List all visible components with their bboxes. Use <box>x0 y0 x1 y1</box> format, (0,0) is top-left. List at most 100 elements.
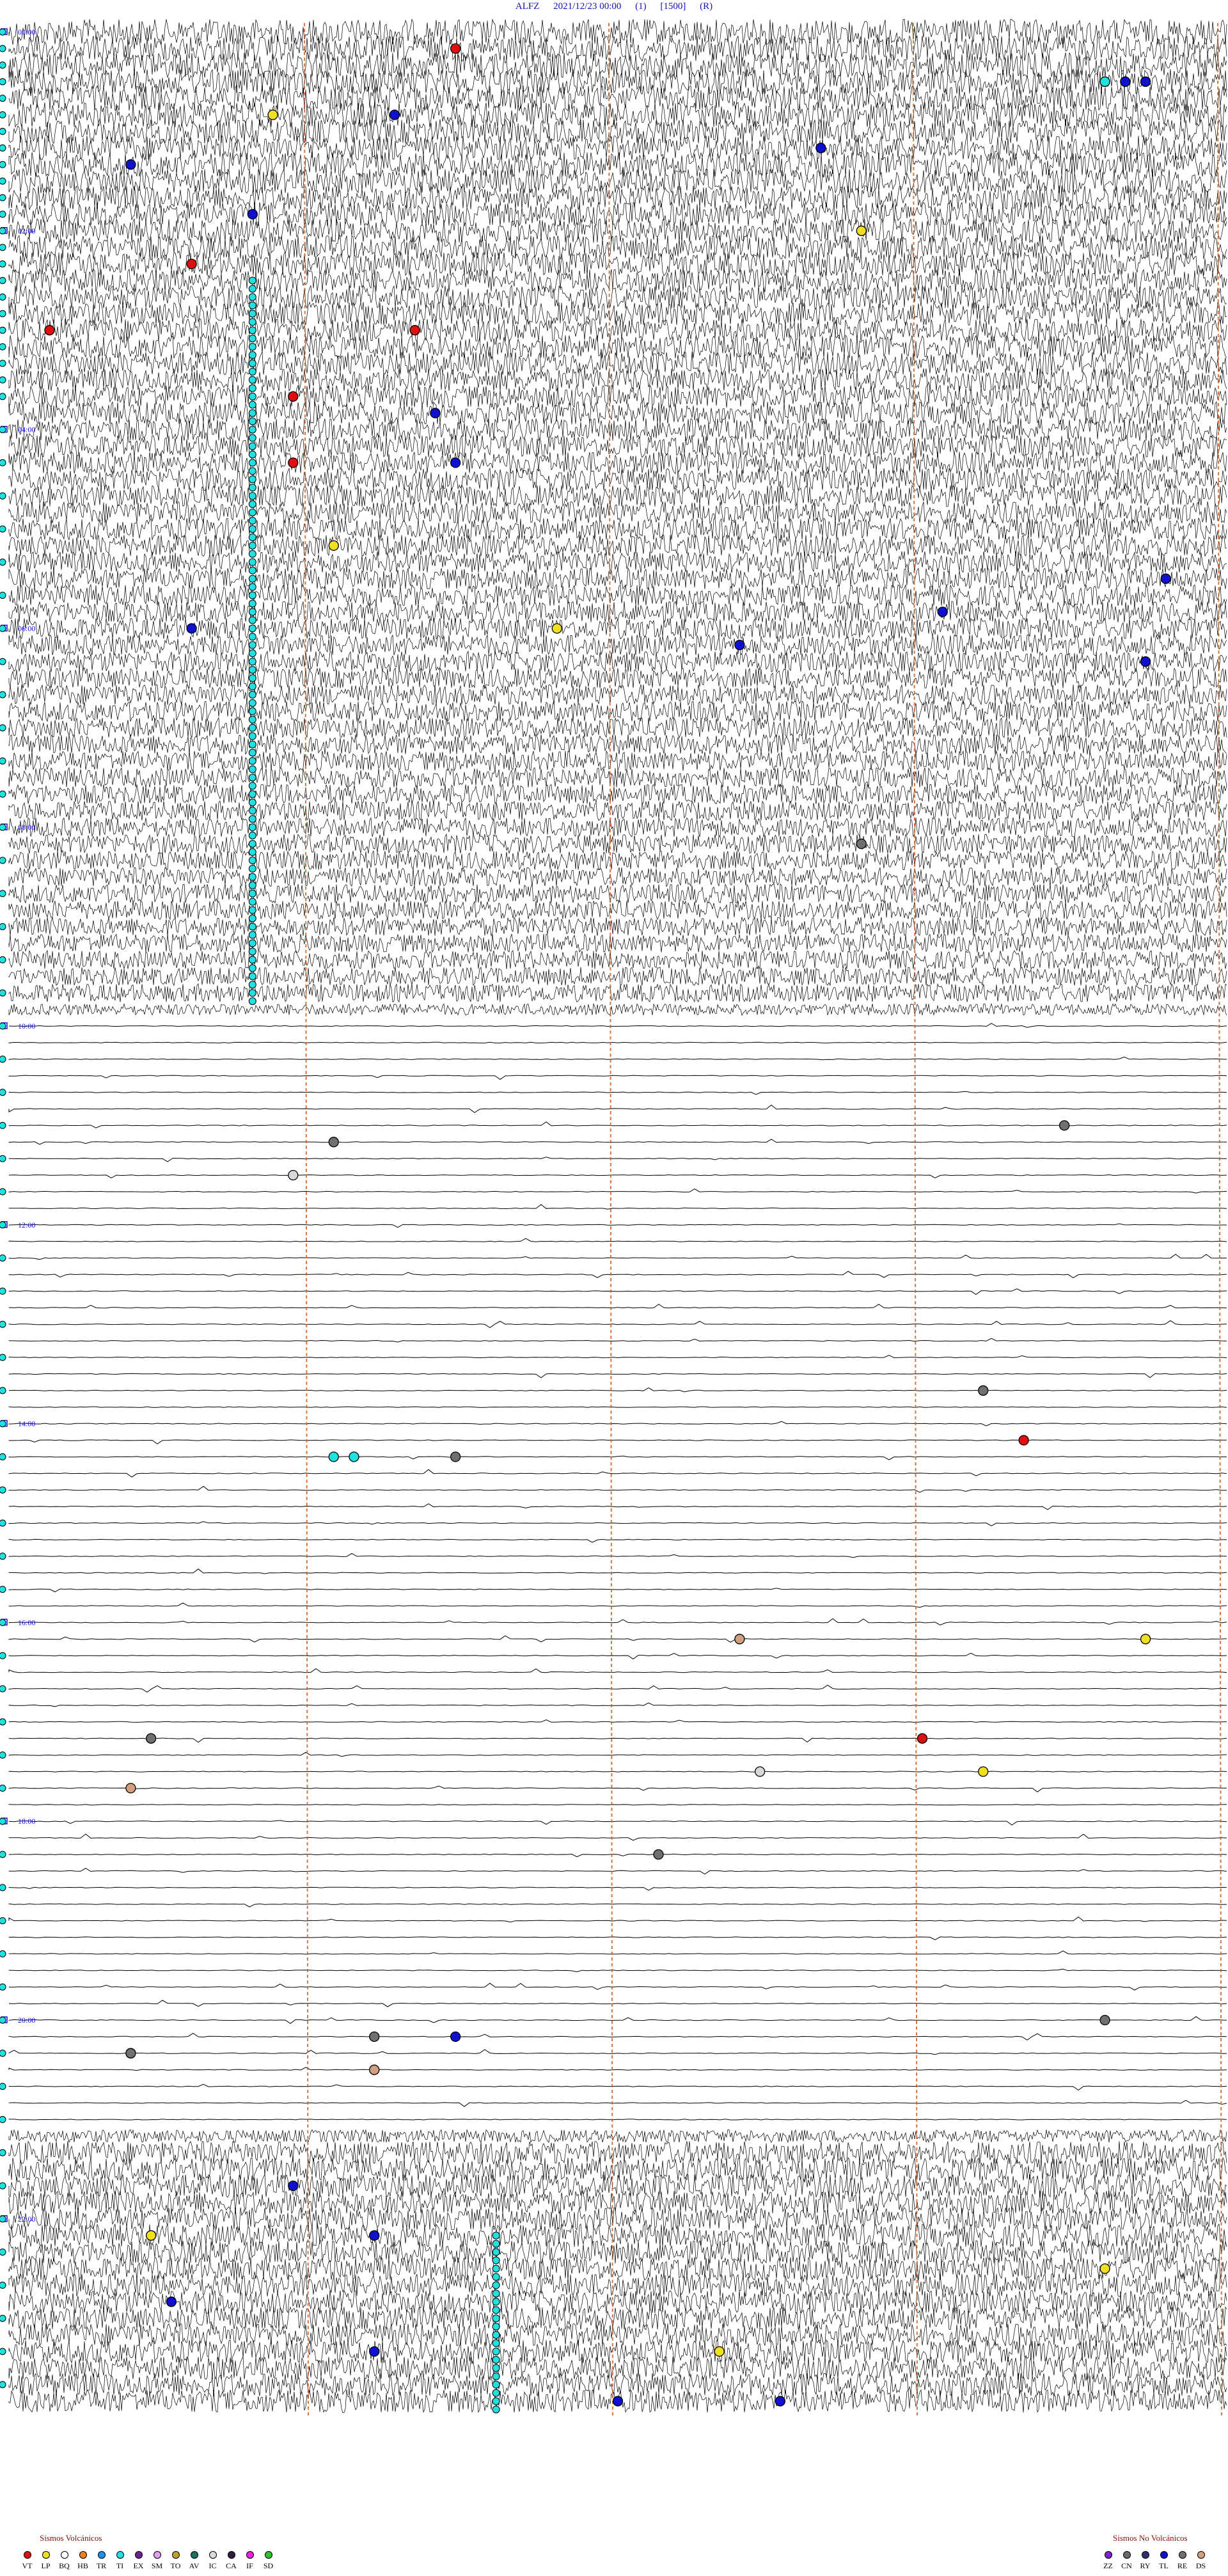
seismogram-trace <box>8 1270 1227 1279</box>
seismogram-trace <box>8 1139 1227 1145</box>
event-marker-edge <box>0 376 6 384</box>
seismogram-trace <box>8 1304 1227 1309</box>
seismogram-trace <box>8 1485 1227 1493</box>
event-marker <box>1120 76 1131 87</box>
event-marker-column <box>248 583 256 591</box>
seismogram-trace <box>8 434 1227 458</box>
event-marker <box>369 2031 380 2043</box>
event-marker-column <box>492 2289 500 2298</box>
event-marker-column <box>248 782 256 790</box>
legend-volcanic-sm: SM <box>148 2551 166 2571</box>
seismogram-trace <box>8 1288 1227 1295</box>
legend-volcanic-marker-icon <box>153 2551 161 2559</box>
event-marker-edge <box>0 1221 6 1229</box>
event-marker-column <box>492 2248 500 2256</box>
hour-label: 10:00 <box>18 1022 35 1031</box>
event-marker-column <box>248 873 256 881</box>
event-marker-column <box>248 740 256 748</box>
event-marker <box>1140 1634 1151 1645</box>
seismogram-trace <box>8 1157 1227 1162</box>
seismogram-trace <box>8 1652 1227 1660</box>
event-marker <box>1140 76 1151 87</box>
event-marker <box>612 2396 624 2406</box>
seismogram-trace <box>8 1538 1227 1543</box>
event-marker-column <box>248 442 256 450</box>
seismogram-trace <box>8 1387 1227 1393</box>
event-marker <box>856 838 867 849</box>
seismogram-trace <box>8 1439 1227 1444</box>
event-marker-column <box>248 832 256 840</box>
legend-volcanic-marker-icon <box>79 2551 87 2559</box>
event-marker-column <box>248 666 256 674</box>
event-marker-edge <box>0 989 6 997</box>
legend-volcanic-marker-icon <box>23 2551 31 2559</box>
legend-volcanic-label: SD <box>263 2561 274 2570</box>
event-marker <box>369 2064 380 2075</box>
seismogram-trace <box>8 1075 1227 1080</box>
event-marker <box>369 2346 380 2357</box>
event-marker-edge <box>0 426 6 434</box>
legend-nonvolcanic-items: ZZ CN RY TL RE DS <box>1099 2551 1210 2571</box>
seismogram-trace <box>8 601 1227 624</box>
event-marker-column <box>248 972 256 981</box>
seismogram-trace <box>8 850 1227 871</box>
seismogram-trace <box>8 1223 1227 1228</box>
legend-volcanic-marker-icon <box>264 2551 272 2559</box>
event-marker <box>1099 76 1110 87</box>
seismogram-trace <box>8 1868 1227 1875</box>
legend-volcanic-to: TO <box>166 2551 185 2571</box>
seismogram-trace <box>8 1338 1227 1343</box>
event-marker-edge <box>0 2381 6 2389</box>
event-marker-column <box>248 931 256 939</box>
event-marker <box>328 1451 339 1462</box>
event-marker-edge <box>0 1851 6 1858</box>
event-marker <box>1140 656 1151 667</box>
event-marker-edge <box>0 790 6 798</box>
event-marker-column <box>248 757 256 765</box>
seismogram-trace <box>8 218 1227 244</box>
event-marker-column <box>492 2256 500 2264</box>
event-marker-edge <box>0 127 6 135</box>
legend-volcanic-label: BQ <box>59 2561 70 2570</box>
hour-label: 00:00 <box>18 28 35 36</box>
event-marker-edge <box>0 823 6 831</box>
event-marker-edge <box>0 393 6 400</box>
event-marker-column <box>248 624 256 633</box>
event-marker-column <box>248 947 256 956</box>
event-marker <box>734 640 745 651</box>
event-marker-edge <box>0 459 6 466</box>
event-marker-edge <box>0 227 6 235</box>
event-marker-edge <box>0 724 6 732</box>
event-marker-edge <box>0 492 6 500</box>
event-marker-edge <box>0 2314 6 2322</box>
seismogram-trace <box>8 1886 1227 1891</box>
event-marker-column <box>248 981 256 989</box>
event-marker-edge <box>0 1254 6 1262</box>
seismogram-trace <box>8 1982 1227 1991</box>
event-marker <box>551 623 562 634</box>
event-marker-column <box>248 375 256 384</box>
event-marker-edge <box>0 658 6 665</box>
seismogram-trace <box>8 484 1227 508</box>
minute-marker-line <box>304 22 309 2418</box>
event-marker-edge <box>0 1652 6 1659</box>
helicorder-plot: 00:00 02:00 04:00 06:00 08:00 10:00 12:00 14:00… <box>0 19 1227 2418</box>
seismogram-trace <box>8 151 1227 178</box>
event-marker-column <box>248 459 256 467</box>
event-marker-column <box>492 2397 500 2405</box>
event-marker <box>288 2180 299 2192</box>
legend-volcanic-sd: SD <box>259 2551 278 2571</box>
seismogram-trace <box>8 1023 1227 1028</box>
seismogram-trace <box>8 967 1227 986</box>
event-marker-column <box>492 2372 500 2380</box>
seismogram-trace <box>8 1833 1227 1841</box>
legend-nonvolcanic-label: TL <box>1159 2561 1169 2570</box>
legend-volcanic-marker-icon <box>246 2551 254 2559</box>
event-marker-column <box>248 310 256 318</box>
event-marker-column <box>248 790 256 798</box>
legend-nonvolcanic-label: RE <box>1177 2561 1188 2570</box>
event-marker-edge <box>0 360 6 367</box>
event-marker-column <box>248 549 256 558</box>
event-marker-column <box>248 956 256 964</box>
event-marker-edge <box>0 757 6 765</box>
